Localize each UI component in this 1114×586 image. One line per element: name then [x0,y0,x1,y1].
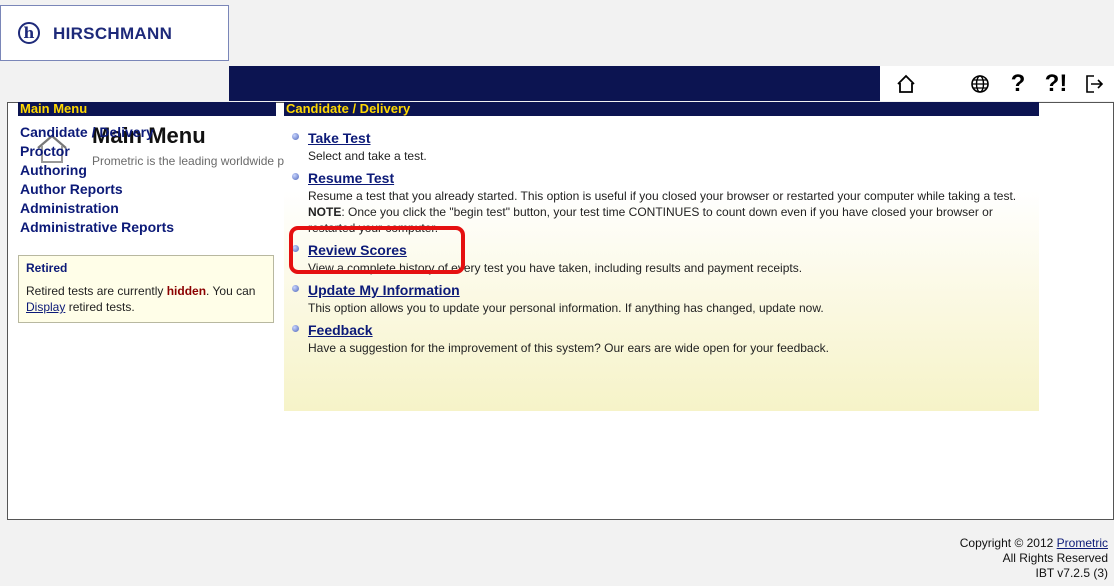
prometric-link[interactable]: Prometric [1057,536,1108,550]
hirschmann-logo-icon: h [18,22,40,44]
context-help-icon[interactable]: ?! [1044,71,1068,96]
brand-name: HIRSCHMANN [53,24,173,43]
sidebar-item-administrative-reports[interactable]: Administrative Reports [20,218,174,237]
resume-test-desc: Resume a test that you already started. … [308,189,1017,203]
take-test-desc: Select and take a test. [308,149,427,163]
help-icon[interactable]: ? [1006,71,1030,96]
update-my-information-desc: This option allows you to update your pe… [308,301,824,315]
retired-box: Retired Retired tests are currently hidd… [18,255,274,323]
brand-logo: h HIRSCHMANN [0,5,229,61]
display-retired-link[interactable]: Display [26,300,65,314]
resume-test-link[interactable]: Resume Test [308,170,394,186]
menu-item-update-my-information: Update My Information This option allows… [290,282,1030,316]
sidebar-item-administration[interactable]: Administration [20,199,174,218]
retired-title: Retired [26,261,68,275]
take-test-link[interactable]: Take Test [308,130,371,146]
rights-text: All Rights Reserved [1002,551,1108,565]
sidebar-nav: Candidate / Delivery Proctor Authoring A… [20,123,174,237]
copyright-line: Copyright © 2012 Prometric [960,536,1108,551]
logout-icon[interactable] [1082,72,1106,96]
retired-hidden-status: hidden [166,284,207,298]
bullet-icon [292,173,299,180]
update-my-information-link[interactable]: Update My Information [308,282,460,298]
menu-item-take-test: Take Test Select and take a test. [290,130,1030,164]
sidebar-heading: Main Menu [18,102,276,116]
bullet-icon [292,325,299,332]
sidebar-item-candidate-delivery[interactable]: Candidate / Delivery [20,123,174,142]
version-text: IBT v7.2.5 (3) [1035,566,1108,580]
sidebar-item-author-reports[interactable]: Author Reports [20,180,174,199]
menu-item-feedback: Feedback Have a suggestion for the impro… [290,322,1030,356]
feedback-link[interactable]: Feedback [308,322,373,338]
bullet-icon [292,285,299,292]
globe-icon[interactable] [968,72,992,96]
sidebar-item-proctor[interactable]: Proctor [20,142,174,161]
retired-text-after: retired tests. [65,300,135,314]
content-heading: Candidate / Delivery [284,102,1039,116]
retired-text-middle: . You can [206,284,256,298]
footer: Copyright © 2012 Prometric All Rights Re… [960,536,1108,581]
sidebar-item-authoring[interactable]: Authoring [20,161,174,180]
feedback-desc: Have a suggestion for the improvement of… [308,341,829,355]
bullet-icon [292,133,299,140]
note-label: NOTE [308,205,342,219]
top-toolbar: ? ?! [880,66,1114,101]
retired-text: Retired tests are currently hidden. You … [26,283,266,315]
copyright-text: Copyright © 2012 [959,536,1057,550]
retired-text-before: Retired tests are currently [26,284,167,298]
home-icon[interactable] [894,72,918,96]
take-test-highlight [289,226,465,274]
